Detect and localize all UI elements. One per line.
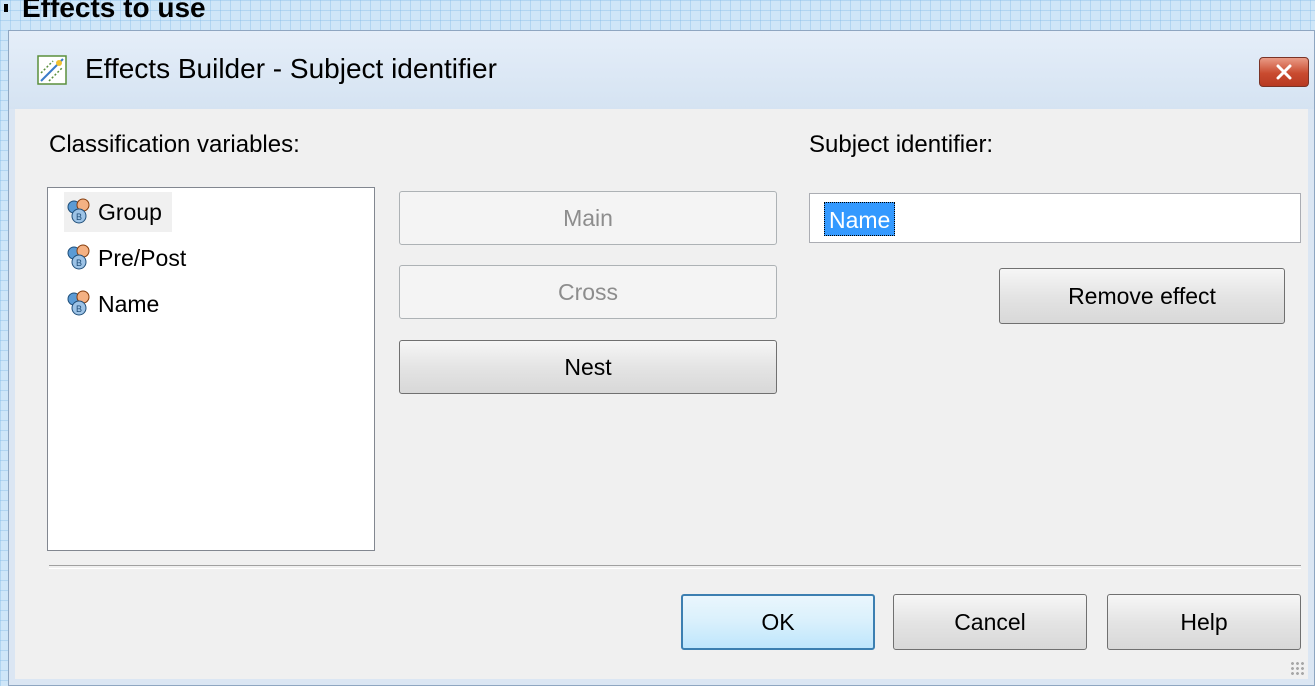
close-icon — [1276, 64, 1292, 80]
classification-variable-icon: B — [67, 290, 90, 316]
help-button[interactable]: Help — [1107, 594, 1301, 650]
subject-identifier-value: Name — [824, 202, 896, 236]
dialog-titlebar[interactable]: Effects Builder - Subject identifier — [9, 31, 1314, 109]
background-marker — [4, 4, 8, 12]
list-item-group[interactable]: B Group — [64, 192, 172, 232]
classification-variables-label: Classification variables: — [49, 131, 300, 158]
cross-button[interactable]: Cross — [399, 265, 777, 319]
effects-builder-icon — [37, 55, 67, 85]
subject-identifier-label: Subject identifier: — [809, 131, 994, 158]
main-button[interactable]: Main — [399, 191, 777, 245]
cancel-button[interactable]: Cancel — [893, 594, 1087, 650]
list-item-label: Name — [98, 290, 160, 317]
background-window: Effects to use — [0, 0, 1315, 30]
list-item-label: Group — [98, 198, 162, 225]
ok-button[interactable]: OK — [681, 594, 875, 650]
svg-text:B: B — [76, 304, 82, 314]
dialog-title: Effects Builder - Subject identifier — [85, 53, 497, 84]
nest-button[interactable]: Nest — [399, 340, 777, 394]
svg-text:B: B — [76, 212, 82, 222]
remove-effect-button[interactable]: Remove effect — [999, 268, 1285, 324]
effects-builder-dialog: Effects Builder - Subject identifier Cla… — [8, 30, 1315, 686]
subject-identifier-field[interactable]: Name — [809, 193, 1301, 243]
dialog-separator — [49, 565, 1301, 569]
resize-grip[interactable] — [1290, 661, 1306, 677]
svg-text:B: B — [76, 258, 82, 268]
classification-variables-list[interactable]: B Group B Pre/Post B Name — [47, 187, 375, 551]
classification-variable-icon: B — [67, 244, 90, 270]
dialog-client-area: Classification variables: B Group B Pre/… — [15, 109, 1308, 679]
background-effects-label: Effects to use — [22, 0, 206, 23]
classification-variable-icon: B — [67, 198, 90, 224]
list-item-label: Pre/Post — [98, 244, 187, 271]
close-button[interactable] — [1259, 57, 1309, 87]
list-item-name[interactable]: B Name — [64, 284, 169, 324]
list-item-pre-post[interactable]: B Pre/Post — [64, 238, 196, 278]
